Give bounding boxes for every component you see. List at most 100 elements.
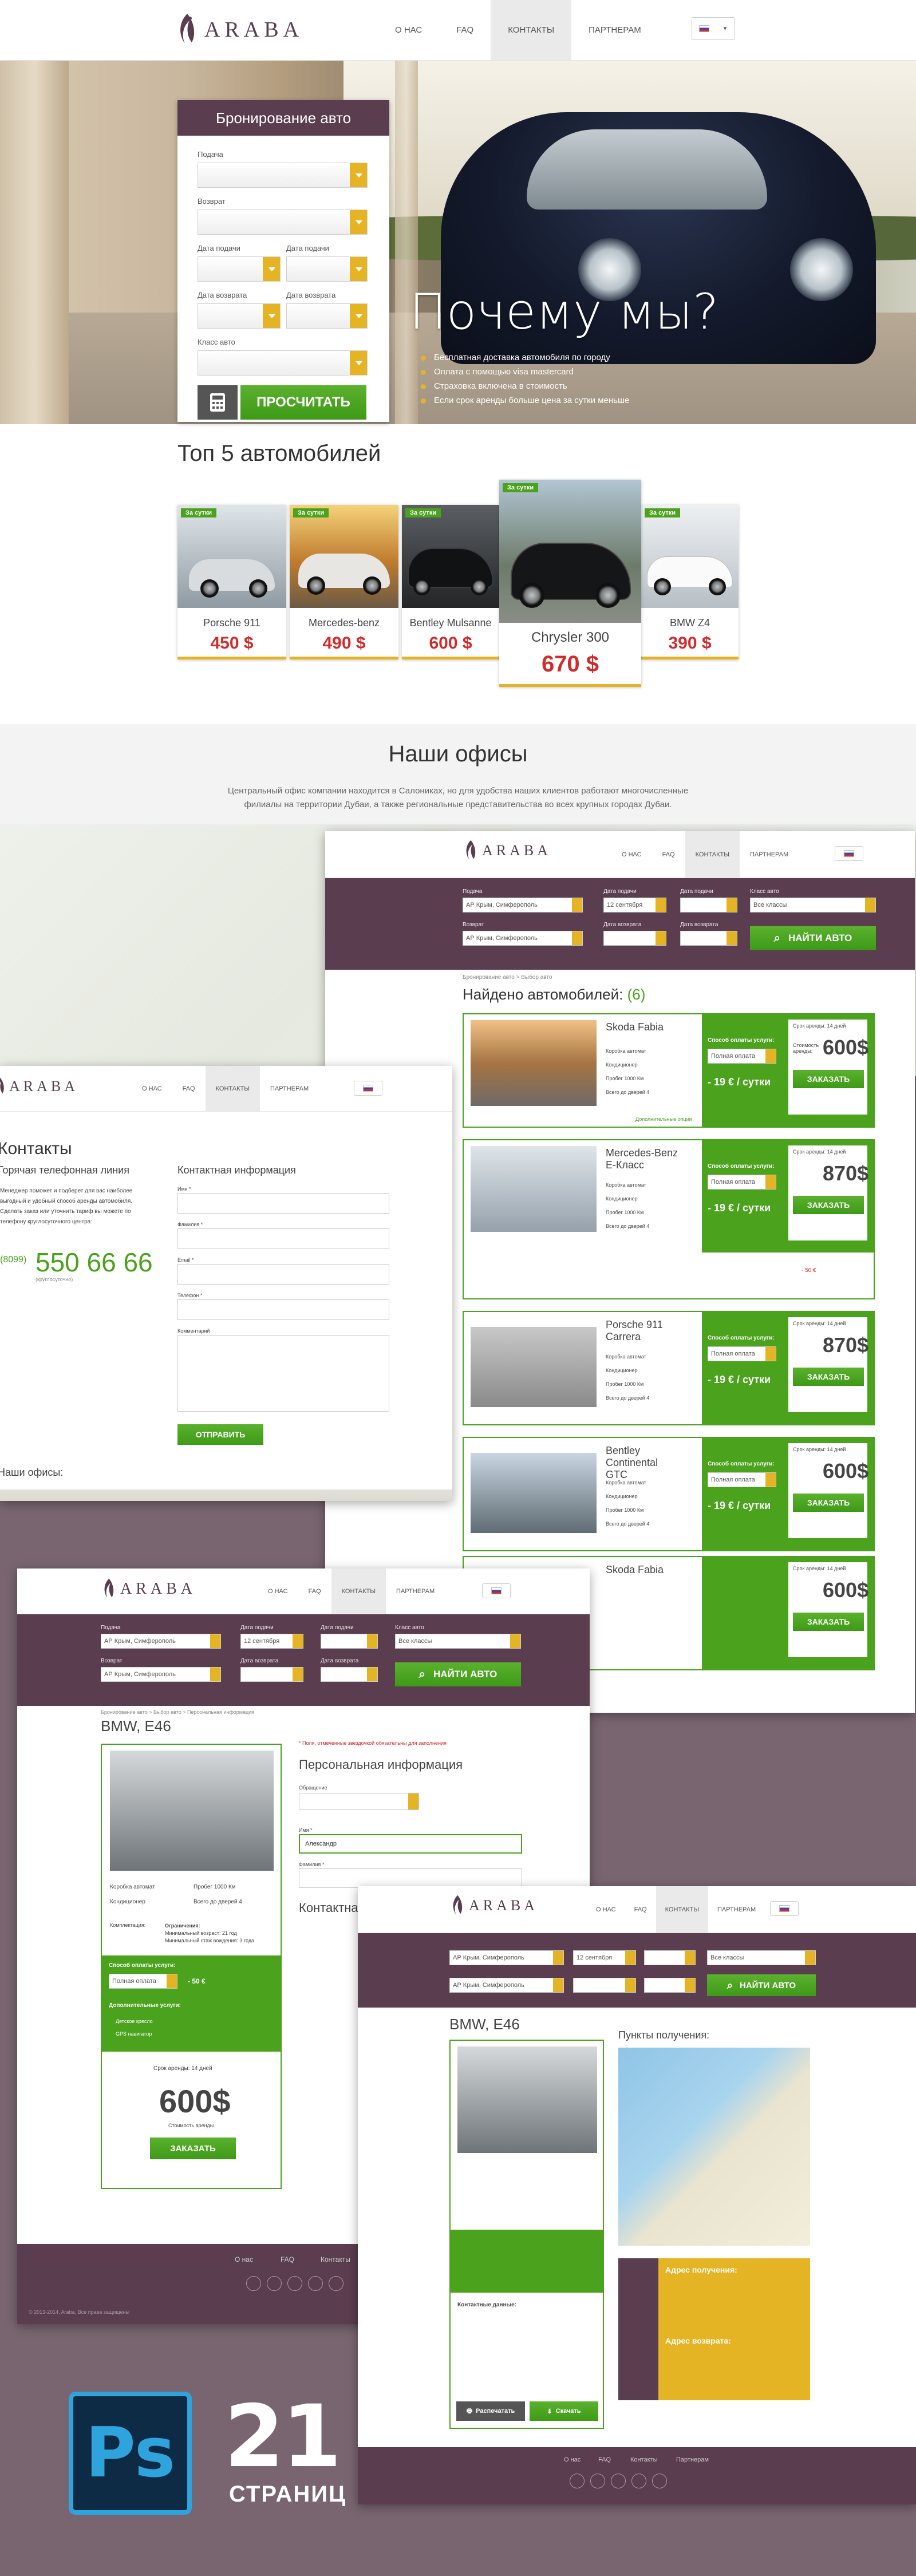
nav-faq[interactable]: FAQ xyxy=(172,1066,206,1111)
find-car-button[interactable]: ⌕ НАЙТИ АВТО xyxy=(707,1974,816,1996)
social-icon[interactable] xyxy=(611,2474,626,2488)
payment-select[interactable]: Полная оплата xyxy=(109,1974,177,1989)
salutation-select[interactable] xyxy=(299,1793,419,1810)
return-time-select[interactable] xyxy=(644,1978,696,1993)
extra-item[interactable]: Детское кресло xyxy=(116,2015,153,2028)
nav-faq[interactable]: FAQ xyxy=(298,1568,331,1614)
footer-link-partners[interactable]: Партнерам xyxy=(676,2456,709,2463)
order-button[interactable]: ЗАКАЗАТЬ xyxy=(150,2138,236,2159)
payment-select[interactable]: Полная оплата xyxy=(708,1175,776,1190)
extra-options-link[interactable]: Дополнительные опции xyxy=(635,1116,692,1122)
social-icon[interactable] xyxy=(590,2474,605,2488)
language-select[interactable]: ▼ xyxy=(692,17,735,40)
logo[interactable]: ARABA xyxy=(0,1075,78,1098)
pickup-select[interactable]: АР Крым, Симферополь xyxy=(449,1950,564,1965)
social-icon[interactable] xyxy=(287,2276,302,2291)
nav-about[interactable]: О НАС xyxy=(132,1066,172,1111)
comment-field[interactable] xyxy=(177,1335,389,1412)
time-select[interactable] xyxy=(680,898,737,912)
class-select[interactable]: Все классы xyxy=(395,1634,521,1649)
pickup-select[interactable]: АР Крым, Симферополь xyxy=(101,1634,221,1649)
find-car-button[interactable]: ⌕ НАЙТИ АВТО xyxy=(395,1662,521,1686)
return-date-select[interactable] xyxy=(603,931,666,946)
order-button[interactable]: ЗАКАЗАТЬ xyxy=(793,1613,864,1631)
pickup-date-select[interactable] xyxy=(198,256,281,282)
nav-faq[interactable]: FAQ xyxy=(439,0,491,60)
car-card-bentley[interactable]: За сутки Bentley Mulsanne 600 $ xyxy=(402,505,499,659)
return-date-select[interactable] xyxy=(240,1667,303,1682)
return-time-select[interactable] xyxy=(321,1667,378,1682)
social-icon[interactable] xyxy=(246,2276,261,2291)
nav-partners[interactable]: ПАРТНЕРАМ xyxy=(708,1886,765,1933)
nav-about[interactable]: О НАС xyxy=(587,1886,625,1933)
calculate-button[interactable]: ПРОСЧИТАТЬ xyxy=(240,385,366,420)
language-select[interactable] xyxy=(770,1901,799,1916)
logo[interactable]: ARABA xyxy=(449,1893,538,1918)
nav-contacts[interactable]: КОНТАКТЫ xyxy=(205,1066,260,1111)
pickup-select[interactable]: АР Крым, Симферополь xyxy=(463,898,583,912)
return-time-select[interactable] xyxy=(286,303,368,329)
class-select[interactable]: Все классы xyxy=(750,898,876,912)
logo[interactable]: ARABA xyxy=(101,1577,196,1602)
time-select[interactable] xyxy=(644,1950,696,1965)
car-card-chrysler[interactable]: За сутки Chrysler 300 670 $ xyxy=(499,480,641,687)
nav-partners[interactable]: ПАРТНЕРАМ xyxy=(740,831,799,878)
language-select[interactable] xyxy=(482,1583,511,1598)
social-icon[interactable] xyxy=(631,2474,646,2488)
surname-field[interactable] xyxy=(177,1228,389,1249)
nav-partners[interactable]: ПАРТНЕРАМ xyxy=(386,1568,445,1614)
payment-select[interactable]: Полная оплата xyxy=(708,1346,776,1361)
nav-about[interactable]: О НАС xyxy=(258,1568,298,1614)
date-select[interactable]: 12 сентября xyxy=(573,1950,636,1965)
order-button[interactable]: ЗАКАЗАТЬ xyxy=(793,1196,864,1214)
nav-about[interactable]: О НАС xyxy=(378,0,439,60)
pickup-time-select[interactable] xyxy=(286,256,368,282)
return-date-select[interactable] xyxy=(573,1978,636,1993)
car-card-bmw[interactable]: За сутки BMW Z4 390 $ xyxy=(641,505,739,659)
nav-contacts[interactable]: КОНТАКТЫ xyxy=(656,1886,708,1933)
language-select[interactable] xyxy=(835,846,863,861)
return-select[interactable]: АР Крым, Симферополь xyxy=(463,931,583,946)
name-field[interactable]: Александр xyxy=(299,1834,522,1854)
class-select[interactable] xyxy=(198,350,368,376)
logo[interactable]: ARABA xyxy=(175,11,303,48)
nav-faq[interactable]: FAQ xyxy=(625,1886,656,1933)
pickup-map[interactable] xyxy=(618,2048,810,2246)
pickup-select[interactable] xyxy=(198,163,368,188)
order-button[interactable]: ЗАКАЗАТЬ xyxy=(793,1070,864,1088)
phone-field[interactable] xyxy=(177,1299,389,1320)
social-icon[interactable] xyxy=(308,2276,323,2291)
car-card-mercedes[interactable]: За сутки Mercedes-benz 490 $ xyxy=(290,505,398,659)
name-field[interactable] xyxy=(177,1193,389,1214)
time-select[interactable] xyxy=(321,1634,378,1649)
footer-link-faq[interactable]: FAQ xyxy=(281,2255,294,2263)
order-button[interactable]: ЗАКАЗАТЬ xyxy=(793,1368,864,1386)
print-button[interactable]: 🖶 Распечатать xyxy=(456,2401,525,2421)
find-car-button[interactable]: ⌕ НАЙТИ АВТО xyxy=(750,926,876,950)
language-select[interactable] xyxy=(354,1081,382,1096)
email-field[interactable] xyxy=(177,1264,389,1285)
nav-contacts[interactable]: КОНТАКТЫ xyxy=(685,831,740,878)
footer-link-about[interactable]: О нас xyxy=(564,2456,581,2463)
class-select[interactable]: Все классы xyxy=(707,1950,816,1965)
logo[interactable]: ARABA xyxy=(463,838,551,863)
date-select[interactable]: 12 сентября xyxy=(603,898,666,912)
download-button[interactable]: ⬇ Скачать xyxy=(530,2401,598,2421)
nav-contacts[interactable]: КОНТАКТЫ xyxy=(491,0,572,60)
nav-partners[interactable]: ПАРТНЕРАМ xyxy=(260,1066,319,1111)
return-select[interactable]: АР Крым, Симферополь xyxy=(101,1667,221,1682)
nav-contacts[interactable]: КОНТАКТЫ xyxy=(331,1568,386,1614)
return-select[interactable]: АР Крым, Симферополь xyxy=(449,1978,564,1993)
send-button[interactable]: ОТПРАВИТЬ xyxy=(177,1424,263,1445)
calculator-icon[interactable] xyxy=(198,385,238,420)
social-icon[interactable] xyxy=(267,2276,282,2291)
extra-item[interactable]: GPS навигатор xyxy=(116,2028,153,2040)
footer-link-contacts[interactable]: Контакты xyxy=(321,2255,350,2263)
social-icon[interactable] xyxy=(329,2276,344,2291)
payment-select[interactable]: Полная оплата xyxy=(708,1472,776,1487)
surname-field[interactable] xyxy=(299,1868,522,1888)
footer-link-faq[interactable]: FAQ xyxy=(598,2456,611,2463)
nav-faq[interactable]: FAQ xyxy=(652,831,685,878)
payment-select[interactable]: Полная оплата xyxy=(708,1049,776,1064)
nav-partners[interactable]: ПАРТНЕРАМ xyxy=(571,0,658,60)
